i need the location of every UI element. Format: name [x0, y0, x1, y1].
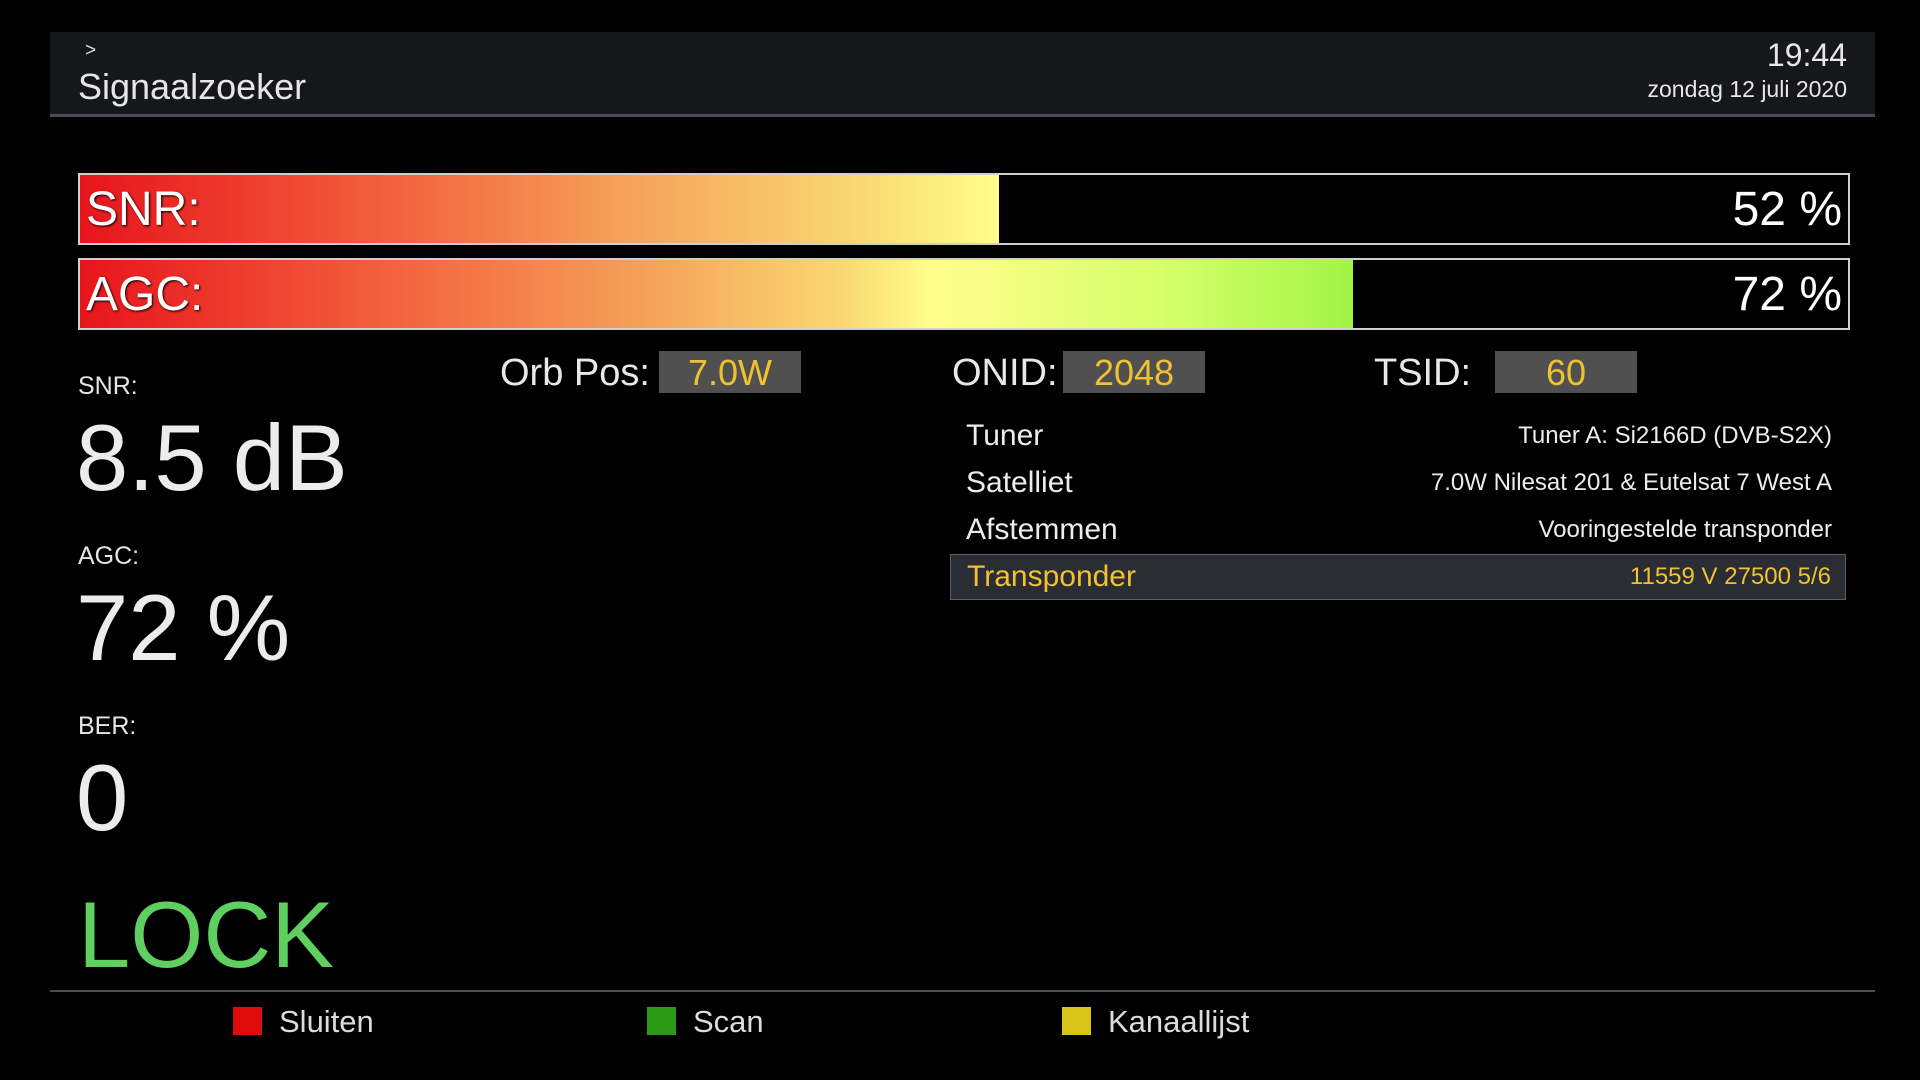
tuning-row[interactable]: Afstemmen Vooringestelde transponder: [950, 508, 1846, 554]
tsid-label: TSID:: [1374, 352, 1472, 394]
green-key-icon: [647, 1007, 676, 1035]
snr-bar-fill: [80, 175, 1000, 243]
transponder-key: Transponder: [967, 560, 1136, 593]
satellite-key: Satelliet: [966, 466, 1073, 499]
tuning-value: Vooringestelde transponder: [1538, 516, 1832, 543]
agc-value: 72 %: [76, 575, 291, 680]
agc-label: AGC:: [78, 542, 140, 570]
orbpos-label: Orb Pos:: [500, 352, 650, 394]
agc-bar: AGC: 72 %: [78, 258, 1850, 330]
agc-bar-value: 72 %: [1732, 268, 1842, 321]
ber-label: BER:: [78, 712, 137, 740]
snr-value: 8.5 dB: [76, 405, 348, 510]
tsid-value: 60: [1495, 351, 1637, 393]
satellite-value: 7.0W Nilesat 201 & Eutelsat 7 West A: [1430, 469, 1832, 496]
breadcrumb: >: [85, 40, 97, 61]
satellite-row[interactable]: Satelliet 7.0W Nilesat 201 & Eutelsat 7 …: [950, 461, 1846, 507]
tuner-row[interactable]: Tuner Tuner A: Si2166D (DVB-S2X): [950, 414, 1846, 460]
red-key-icon: [233, 1007, 262, 1035]
page-title: Signaalzoeker: [78, 66, 307, 107]
transponder-row[interactable]: Transponder 11559 V 27500 5/6: [950, 554, 1846, 600]
lock-status: LOCK: [78, 882, 334, 987]
agc-bar-label: AGC:: [86, 268, 204, 321]
channel-list-button[interactable]: Kanaallijst: [1062, 1004, 1302, 1039]
yellow-key-icon: [1062, 1007, 1091, 1035]
agc-bar-fill: [80, 260, 1353, 328]
orbpos-value: 7.0W: [659, 351, 801, 393]
snr-label: SNR:: [78, 372, 138, 400]
clock: 19:44: [1766, 37, 1847, 73]
snr-bar: SNR: 52 %: [78, 173, 1850, 245]
tuning-key: Afstemmen: [966, 513, 1118, 546]
tuner-value: Tuner A: Si2166D (DVB-S2X): [1518, 422, 1832, 449]
onid-value: 2048: [1063, 351, 1205, 393]
snr-bar-label: SNR:: [86, 183, 201, 236]
snr-bar-value: 52 %: [1732, 183, 1842, 236]
channel-list-button-label: Kanaallijst: [1108, 1004, 1250, 1039]
transponder-value: 11559 V 27500 5/6: [1629, 563, 1831, 590]
header-bar: > Signaalzoeker 19:44 zondag 12 juli 202…: [50, 32, 1875, 117]
scan-button-label: Scan: [693, 1004, 764, 1039]
onid-label: ONID:: [952, 352, 1058, 394]
tuner-key: Tuner: [966, 419, 1044, 452]
ber-value: 0: [76, 745, 129, 850]
date: zondag 12 juli 2020: [1647, 76, 1848, 102]
scan-button[interactable]: Scan: [647, 1004, 847, 1039]
close-button[interactable]: Sluiten: [233, 1004, 433, 1039]
footer-divider: [50, 990, 1875, 992]
close-button-label: Sluiten: [279, 1004, 374, 1039]
